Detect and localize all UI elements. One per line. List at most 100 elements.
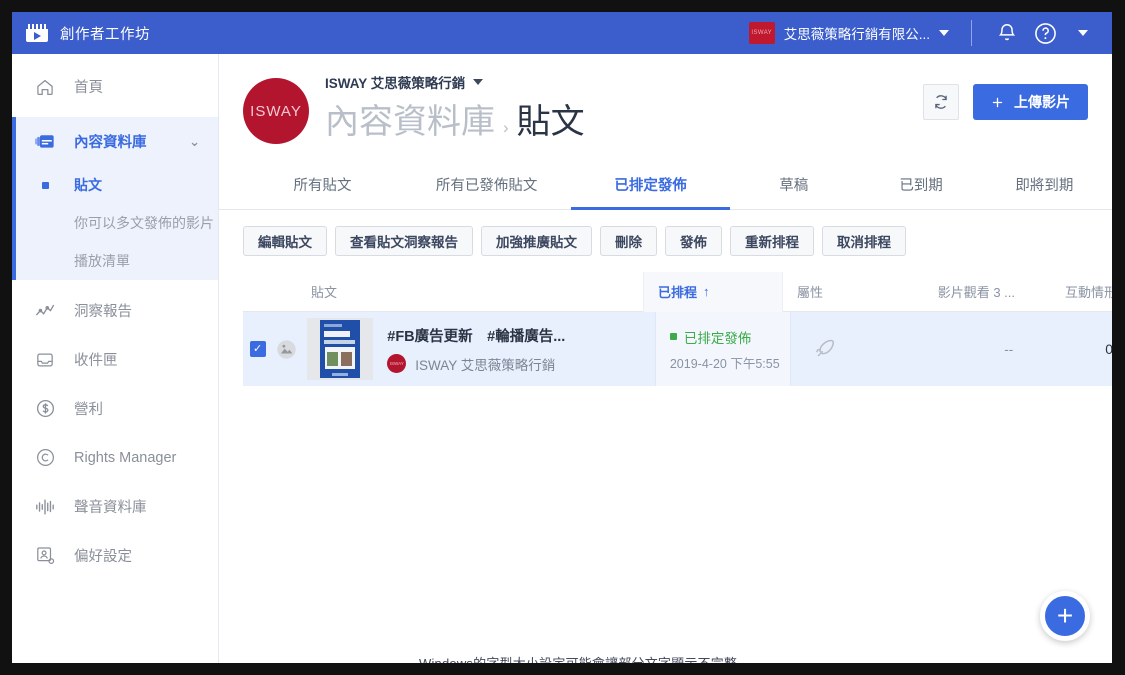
create-post-fab[interactable]: + [1040, 591, 1090, 641]
notification-bell-icon[interactable] [988, 14, 1026, 52]
tab-label: 草稿 [779, 178, 809, 194]
sidebar: 首頁 內容資料庫 ⌄ 貼文 你可以多文發佈的影片 播放清單 洞察報告 收件匣 營… [12, 54, 219, 663]
reschedule-button[interactable]: 重新排程 [730, 226, 814, 256]
tab-label: 所有貼文 [293, 178, 352, 194]
button-label: 加強推廣貼文 [496, 235, 577, 250]
post-thumbnail[interactable] [301, 312, 374, 386]
sidebar-item-insights[interactable]: 洞察報告 [12, 286, 218, 335]
top-bar: 創作者工作坊 ISWAY 艾思薇策略行銷有限公... [12, 12, 1112, 54]
column-label: 已排程 [658, 285, 698, 300]
sidebar-item-posts[interactable]: 貼文 [16, 166, 218, 204]
author-avatar: ISWAY [387, 354, 407, 373]
edit-post-button[interactable]: 編輯貼文 [243, 226, 327, 256]
tab-label: 已到期 [899, 178, 943, 194]
account-switcher[interactable]: ISWAY 艾思薇策略行銷有限公... [748, 22, 955, 44]
tab-label: 所有已發佈貼文 [435, 178, 538, 194]
tab-label: 已排定發佈 [614, 178, 687, 194]
top-bar-menu-button[interactable] [1064, 14, 1102, 52]
page-body: 首頁 內容資料庫 ⌄ 貼文 你可以多文發佈的影片 播放清單 洞察報告 收件匣 營… [12, 54, 1112, 663]
sidebar-item-rights-manager[interactable]: Rights Manager [12, 433, 218, 482]
button-label: 刪除 [615, 235, 642, 250]
sidebar-item-inbox[interactable]: 收件匣 [12, 335, 218, 384]
page-owner-selector[interactable]: ISWAY 艾思薇策略行銷 [325, 72, 585, 92]
analytics-line-icon [34, 301, 56, 321]
sidebar-item-home[interactable]: 首頁 [12, 62, 218, 111]
media-library-icon [34, 132, 56, 152]
sidebar-group-label: 內容資料庫 [74, 135, 147, 151]
inbox-icon [34, 350, 56, 370]
tab-bar: 所有貼文 所有已發佈貼文 已排定發佈 草稿 已到期 即將到期 [219, 162, 1112, 210]
scheduled-date: 2019-4-20 下午5:55 [669, 356, 780, 371]
button-label: 重新排程 [745, 235, 799, 250]
help-circle-icon[interactable] [1026, 14, 1064, 52]
view-post-insights-button[interactable]: 查看貼文洞察報告 [335, 226, 473, 256]
column-header-attributes[interactable]: 屬性 [783, 272, 913, 312]
table-header-row: 貼文 已排程 ↑ 屬性 影片觀看 3 ... 互動情形 [243, 271, 1112, 312]
chevron-down-icon [473, 79, 484, 85]
sidebar-item-preferences[interactable]: 偏好設定 [12, 531, 218, 580]
sidebar-sub-label: 播放清單 [74, 253, 130, 269]
delete-button[interactable]: 刪除 [600, 226, 657, 256]
chevron-down-icon [1078, 30, 1088, 36]
tab-expired[interactable]: 已到期 [857, 162, 984, 209]
column-header-scheduled[interactable]: 已排程 ↑ [643, 271, 783, 312]
row-select-checkbox[interactable]: ✓ [243, 312, 272, 386]
publish-button[interactable]: 發佈 [665, 226, 722, 256]
button-label: 查看貼文洞察報告 [350, 235, 458, 250]
page-header-text: ISWAY 艾思薇策略行銷 內容資料庫 › 貼文 [325, 72, 585, 143]
post-title[interactable]: #FB廣告更新 #輪播廣告... [387, 325, 565, 346]
refresh-icon [932, 93, 950, 111]
sidebar-item-sound-collection[interactable]: 聲音資料庫 [12, 482, 218, 531]
header-actions: 上傳影片 [923, 84, 1088, 120]
cancel-schedule-button[interactable]: 取消排程 [822, 226, 906, 256]
column-header-post[interactable]: 貼文 [243, 272, 643, 312]
sidebar-sub-label: 你可以多文發佈的影片 [74, 215, 214, 231]
sidebar-item-monetization[interactable]: 營利 [12, 384, 218, 433]
sidebar-item-label: 偏好設定 [74, 549, 132, 565]
tab-all-posts[interactable]: 所有貼文 [243, 162, 402, 209]
audio-waveform-icon [34, 497, 56, 517]
breadcrumb-parent[interactable]: 內容資料庫 [325, 94, 495, 143]
button-label: 編輯貼文 [258, 235, 312, 250]
user-settings-icon [34, 545, 56, 566]
post-author: ISWAY ISWAY 艾思薇策略行銷 [387, 354, 565, 374]
status-badge: 已排定發佈 [669, 327, 790, 347]
page-owner-name: ISWAY 艾思薇策略行銷 [325, 76, 466, 91]
account-name: 艾思薇策略行銷有限公... [783, 27, 930, 42]
button-label: 發佈 [680, 235, 707, 250]
breadcrumb-current: 貼文 [516, 103, 585, 141]
tab-all-published-posts[interactable]: 所有已發佈貼文 [402, 162, 571, 209]
sort-ascending-arrow-icon: ↑ [703, 284, 710, 299]
boost-post-button[interactable]: 加強推廣貼文 [481, 226, 592, 256]
clipped-bottom-text: Windows的字型大小設定可能會讓部分文字顯示不完整 [219, 655, 1112, 663]
cell-attributes [791, 312, 918, 386]
photo-circle-icon [272, 312, 301, 386]
tab-expiring-soon[interactable]: 即將到期 [985, 162, 1104, 209]
column-header-views[interactable]: 影片觀看 3 ... [913, 272, 1033, 312]
refresh-button[interactable] [923, 84, 959, 120]
column-header-engagement[interactable]: 互動情形 [1033, 272, 1112, 312]
breadcrumb: 內容資料庫 › 貼文 [325, 94, 585, 143]
upload-video-button[interactable]: 上傳影片 [973, 84, 1088, 120]
column-label: 互動情形 [1064, 285, 1112, 300]
divider [971, 20, 972, 46]
sidebar-item-label: 聲音資料庫 [74, 500, 147, 516]
sidebar-group-content-library: 內容資料庫 ⌄ 貼文 你可以多文發佈的影片 播放清單 [12, 117, 218, 280]
table-row[interactable]: ✓ #FB廣告更新 #輪播廣告... ISWAY ISWAY 艾思薇策略行銷 已… [243, 312, 1112, 386]
chevron-down-icon [939, 30, 949, 36]
column-label: 貼文 [311, 285, 338, 300]
app-title: 創作者工作坊 [60, 26, 150, 43]
tab-scheduled[interactable]: 已排定發佈 [571, 162, 731, 210]
sidebar-item-playlists[interactable]: 播放清單 [16, 242, 218, 280]
sidebar-item-crosspostable-videos[interactable]: 你可以多文發佈的影片 [16, 204, 218, 242]
app-window: 創作者工作坊 ISWAY 艾思薇策略行銷有限公... 首頁 內容資料庫 ⌄ 貼文… [12, 12, 1112, 663]
tab-drafts[interactable]: 草稿 [730, 162, 857, 209]
bulk-action-toolbar: 編輯貼文 查看貼文洞察報告 加強推廣貼文 刪除 發佈 重新排程 取消排程 [219, 210, 1112, 256]
account-avatar: ISWAY [748, 22, 775, 44]
chevron-down-icon[interactable]: ⌄ [189, 134, 200, 150]
column-label: 屬性 [797, 285, 824, 300]
upload-video-label: 上傳影片 [1014, 94, 1070, 110]
status-label: 已排定發佈 [683, 330, 752, 346]
rocket-icon[interactable] [813, 337, 837, 361]
sidebar-item-content-library[interactable]: 內容資料庫 ⌄ [16, 117, 218, 166]
